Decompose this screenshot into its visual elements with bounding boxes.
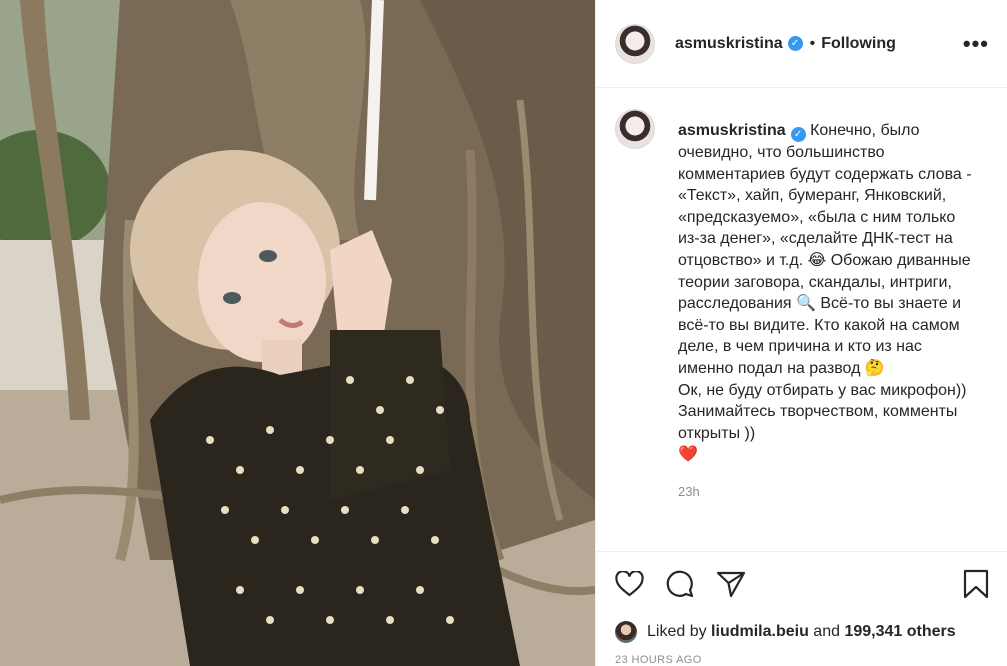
separator-dot: •: [809, 34, 816, 52]
caption-text-2: Ок, не буду отбирать у вас микрофон)) За…: [678, 381, 967, 442]
action-bar: [596, 551, 1007, 615]
bookmark-icon[interactable]: [963, 569, 989, 599]
liked-by-user[interactable]: liudmila.beiu: [711, 623, 809, 641]
comment-icon[interactable]: [665, 569, 695, 599]
caption: asmuskristina ✓ Конечно, было очевидно, ч…: [678, 120, 978, 466]
author-username[interactable]: asmuskristina: [675, 35, 783, 53]
heart-emoji: ❤️: [678, 446, 698, 464]
likes-summary: Liked by liudmila.beiu and 199,341 other…: [596, 615, 1007, 649]
heart-icon[interactable]: [615, 570, 644, 597]
caption-row: asmuskristina ✓ Конечно, было очевидно, ч…: [615, 109, 989, 466]
more-options-icon[interactable]: •••: [963, 31, 989, 57]
caption-text: Конечно, было очевидно, что большинство …: [678, 122, 972, 377]
post-photo[interactable]: [0, 0, 595, 666]
caption-age: 23h: [678, 483, 700, 499]
posted-time[interactable]: 23 HOURS AGO: [596, 649, 1007, 666]
instagram-post: asmuskristina ✓ • Following ••• asmuskri…: [0, 0, 1007, 666]
liked-by-others[interactable]: 199,341 others: [844, 623, 955, 641]
photo-illustration: [0, 0, 595, 666]
following-button[interactable]: Following: [821, 35, 896, 53]
verified-badge-icon: ✓: [790, 127, 806, 142]
verified-badge-icon: ✓: [787, 36, 803, 51]
send-icon[interactable]: [716, 570, 746, 598]
liked-by-and: and: [813, 623, 840, 640]
post-header: asmuskristina ✓ • Following •••: [596, 0, 1007, 88]
comments-section: asmuskristina ✓ Конечно, было очевидно, ч…: [596, 88, 1007, 551]
post-sidebar: asmuskristina ✓ • Following ••• asmuskri…: [595, 0, 1007, 666]
caption-username[interactable]: asmuskristina: [678, 122, 786, 139]
liked-by-prefix: Liked by: [647, 623, 707, 640]
caption-author-avatar[interactable]: [615, 109, 655, 149]
liker-avatar[interactable]: [615, 621, 637, 643]
author-avatar[interactable]: [615, 23, 655, 64]
